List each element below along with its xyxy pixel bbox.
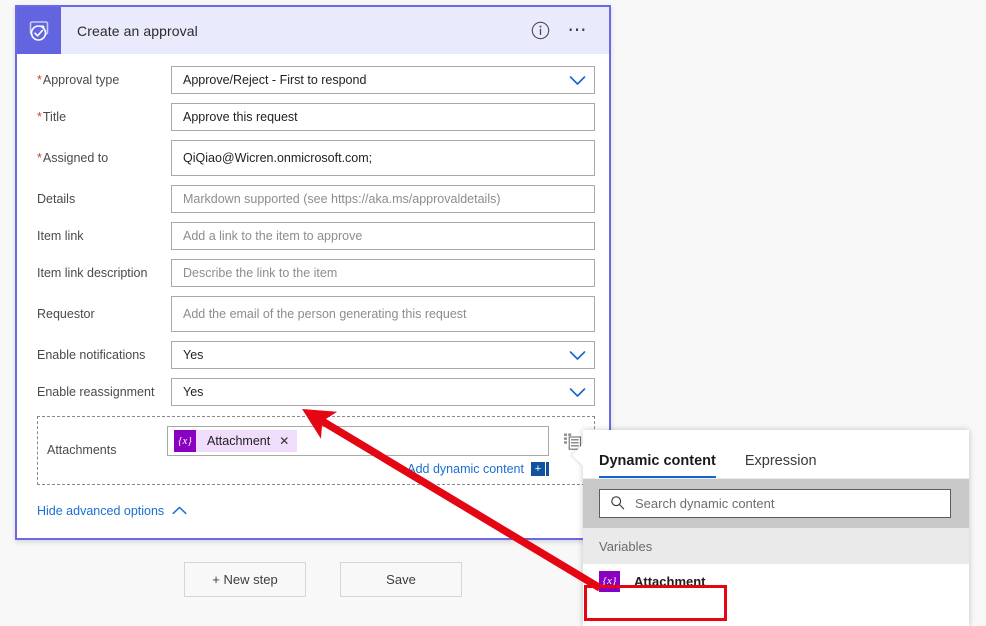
- title-input[interactable]: Approve this request: [171, 103, 595, 131]
- card-title: Create an approval: [77, 22, 198, 39]
- form-row-requestor: Requestor Add the email of the person ge…: [17, 296, 609, 332]
- panel-tab-strip: Dynamic content Expression: [583, 430, 969, 479]
- card-header-actions: ⋯: [529, 20, 609, 42]
- tab-dynamic-content[interactable]: Dynamic content: [599, 453, 716, 478]
- add-dynamic-content-plus-icon[interactable]: +: [531, 462, 545, 476]
- title-value: Approve this request: [183, 110, 298, 124]
- details-input[interactable]: Markdown supported (see https://aka.ms/a…: [171, 185, 595, 213]
- hide-advanced-options-toggle[interactable]: Hide advanced options: [37, 503, 609, 518]
- enable-reassignment-value: Yes: [183, 385, 204, 399]
- chevron-up-icon: [172, 503, 187, 518]
- create-approval-card: Create an approval ⋯ *Approval type Appr…: [15, 5, 611, 540]
- field-label-text: Details: [37, 191, 76, 206]
- search-box[interactable]: [599, 489, 951, 518]
- tab-expression[interactable]: Expression: [745, 453, 817, 478]
- enable-notifications-dropdown[interactable]: Yes: [171, 341, 595, 369]
- field-label-text: Item link: [37, 228, 84, 243]
- add-dynamic-content-link[interactable]: Add dynamic content: [407, 462, 524, 476]
- field-label-text: Title: [42, 109, 67, 124]
- search-input[interactable]: [635, 496, 950, 511]
- attachments-field-group: Attachments {x} Attachment ✕ Add dynamic…: [37, 416, 595, 485]
- chevron-down-icon[interactable]: [569, 387, 586, 398]
- panel-search-band: [583, 479, 969, 528]
- enable-notifications-value: Yes: [183, 348, 204, 362]
- required-marker: *: [37, 150, 42, 165]
- field-label-title: *Title: [37, 110, 171, 125]
- dynamic-content-token[interactable]: {x} Attachment ✕: [174, 430, 298, 452]
- item-link-description-input[interactable]: Describe the link to the item: [171, 259, 595, 287]
- save-button[interactable]: Save: [340, 562, 462, 597]
- attachments-input[interactable]: {x} Attachment ✕: [167, 426, 549, 456]
- field-label-text: Requestor: [37, 306, 95, 321]
- details-placeholder: Markdown supported (see https://aka.ms/a…: [183, 192, 501, 206]
- ellipsis-glyph: ⋯: [567, 19, 589, 41]
- remove-token-icon[interactable]: ✕: [279, 434, 289, 448]
- field-label-enable-notifications: Enable notifications: [37, 348, 171, 363]
- attachments-input-row: {x} Attachment ✕: [167, 426, 585, 456]
- chevron-down-icon[interactable]: [569, 75, 586, 86]
- ellipsis-icon[interactable]: ⋯: [567, 20, 589, 42]
- panel-section-header-variables: Variables: [583, 528, 969, 564]
- item-link-input[interactable]: Add a link to the item to approve: [171, 222, 595, 250]
- field-label-text: Enable reassignment: [37, 384, 155, 399]
- field-label-enable-reassignment: Enable reassignment: [37, 385, 171, 400]
- chevron-down-icon[interactable]: [569, 350, 586, 361]
- requestor-input[interactable]: Add the email of the person generating t…: [171, 296, 595, 332]
- assigned-to-input[interactable]: QiQiao@Wicren.onmicrosoft.com;: [171, 140, 595, 176]
- flow-action-buttons: + New step Save: [184, 562, 462, 597]
- dynamic-content-item-attachment[interactable]: {x} Attachment: [583, 564, 969, 598]
- form-row-details: Details Markdown supported (see https://…: [17, 185, 609, 213]
- field-label-item-link-description: Item link description: [37, 266, 171, 281]
- approval-icon: [17, 7, 61, 54]
- attachments-right-column: {x} Attachment ✕ Add dynamic content +: [167, 426, 585, 476]
- form-row-title: *Title Approve this request: [17, 103, 609, 131]
- token-label: Attachment: [207, 434, 271, 448]
- field-label-approval-type: *Approval type: [37, 73, 171, 88]
- card-header: Create an approval ⋯: [17, 7, 609, 54]
- add-dynamic-content-caret: [546, 462, 549, 476]
- field-label-assigned-to: *Assigned to: [37, 151, 171, 166]
- field-label-details: Details: [37, 192, 171, 207]
- enable-reassignment-dropdown[interactable]: Yes: [171, 378, 595, 406]
- card-body: *Approval type Approve/Reject - First to…: [17, 54, 609, 538]
- item-link-placeholder: Add a link to the item to approve: [183, 229, 363, 243]
- form-row-assigned-to: *Assigned to QiQiao@Wicren.onmicrosoft.c…: [17, 140, 609, 176]
- new-step-button[interactable]: + New step: [184, 562, 306, 597]
- add-dynamic-content-row: Add dynamic content +: [167, 462, 585, 476]
- field-label-item-link: Item link: [37, 229, 171, 244]
- form-row-item-link: Item link Add a link to the item to appr…: [17, 222, 609, 250]
- search-icon: [610, 495, 625, 513]
- form-row-enable-notifications: Enable notifications Yes: [17, 341, 609, 369]
- dynamic-content-panel: Dynamic content Expression Variables {x}…: [572, 430, 969, 626]
- field-label-text: Assigned to: [42, 150, 109, 165]
- form-row-approval-type: *Approval type Approve/Reject - First to…: [17, 66, 609, 94]
- form-row-enable-reassignment: Enable reassignment Yes: [17, 378, 609, 406]
- hide-advanced-options-label: Hide advanced options: [37, 503, 165, 518]
- item-link-description-placeholder: Describe the link to the item: [183, 266, 338, 280]
- approval-type-dropdown[interactable]: Approve/Reject - First to respond: [171, 66, 595, 94]
- panel-pointer-arrow: [572, 444, 583, 466]
- dynamic-content-item-label: Attachment: [634, 573, 706, 589]
- info-icon[interactable]: [529, 20, 551, 42]
- variable-icon: {x}: [174, 430, 196, 452]
- required-marker: *: [37, 72, 42, 87]
- field-label-requestor: Requestor: [37, 307, 171, 322]
- field-label-text: Enable notifications: [37, 347, 146, 362]
- variable-icon: {x}: [599, 570, 620, 592]
- field-label-text: Item link description: [37, 265, 148, 280]
- assigned-to-value: QiQiao@Wicren.onmicrosoft.com;: [183, 151, 373, 165]
- form-row-item-link-description: Item link description Describe the link …: [17, 259, 609, 287]
- required-marker: *: [37, 109, 42, 124]
- approval-type-value: Approve/Reject - First to respond: [183, 73, 367, 87]
- requestor-placeholder: Add the email of the person generating t…: [183, 307, 467, 321]
- field-label-text: Approval type: [42, 72, 120, 87]
- field-label-attachments: Attachments: [47, 443, 117, 457]
